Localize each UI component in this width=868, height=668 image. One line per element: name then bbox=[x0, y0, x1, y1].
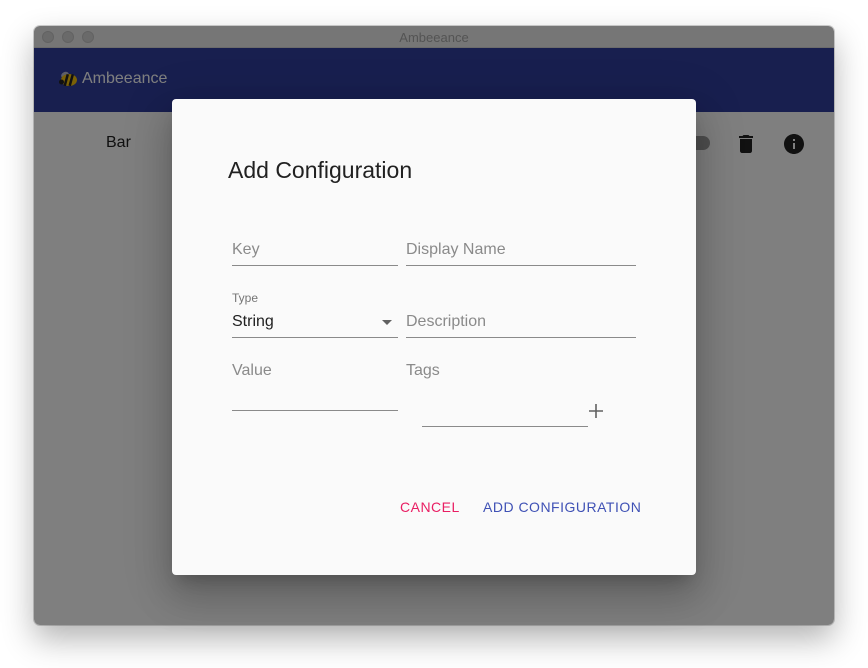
tags-field bbox=[422, 398, 588, 427]
description-input[interactable] bbox=[406, 308, 636, 336]
key-input[interactable] bbox=[232, 236, 398, 264]
display-name-input[interactable] bbox=[406, 236, 636, 264]
type-select[interactable]: String bbox=[232, 308, 398, 338]
value-field bbox=[232, 383, 398, 411]
tag-input[interactable] bbox=[422, 398, 588, 425]
type-selected-value: String bbox=[232, 313, 274, 330]
description-field bbox=[406, 308, 636, 338]
value-input[interactable] bbox=[232, 383, 398, 409]
value-label: Value bbox=[232, 362, 272, 379]
key-field bbox=[232, 236, 398, 266]
tags-label: Tags bbox=[406, 362, 440, 379]
cancel-button[interactable]: CANCEL bbox=[400, 499, 460, 515]
add-configuration-dialog: Add Configuration Type String Value Tags… bbox=[172, 99, 696, 575]
add-configuration-button[interactable]: ADD CONFIGURATION bbox=[483, 499, 641, 515]
display-name-field bbox=[406, 236, 636, 266]
dropdown-arrow-icon bbox=[382, 320, 392, 325]
dialog-title: Add Configuration bbox=[228, 157, 413, 183]
add-tag-icon[interactable] bbox=[587, 402, 605, 420]
type-label: Type bbox=[232, 291, 259, 305]
